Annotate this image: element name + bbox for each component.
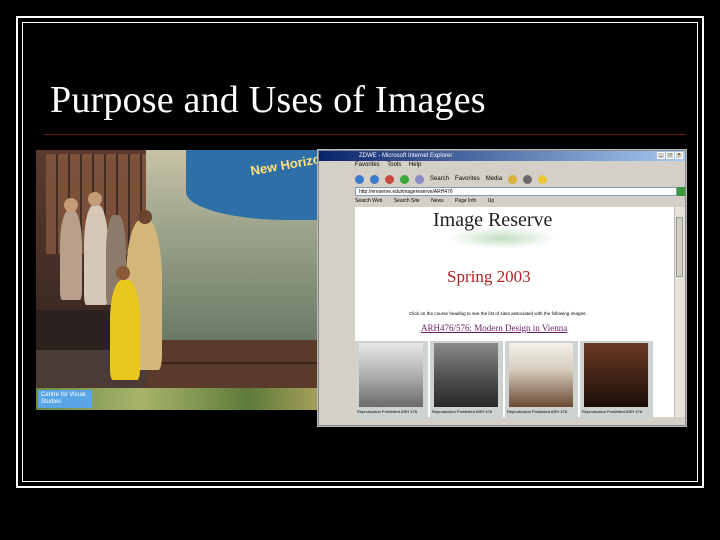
forward-icon[interactable] <box>370 174 379 184</box>
instructions-text: Click on the course heading to see the l… <box>409 311 587 316</box>
visitor-figure <box>60 210 82 300</box>
maximize-icon[interactable]: □ <box>666 152 674 159</box>
back-icon[interactable] <box>355 174 364 184</box>
child-figure <box>110 280 140 380</box>
browser-window: ZDWE - Microsoft Internet Explorer _ □ ×… <box>318 150 686 426</box>
centre-logo: Centre for Visual Studies <box>38 390 92 408</box>
close-icon[interactable]: × <box>675 152 683 159</box>
folder-icon[interactable] <box>538 174 548 184</box>
thumbnail-image[interactable] <box>509 343 573 407</box>
semester-label: Spring 2003 <box>447 267 531 286</box>
address-bar[interactable]: http://ereserve.edu/imagereserve/ARH476 <box>355 187 677 196</box>
browser-menubar: Favorites Tools Help <box>355 162 427 168</box>
web-page: Image Reserve Spring 2003 Click on the c… <box>355 207 675 419</box>
print-icon[interactable] <box>523 174 533 184</box>
links-bar: Search Web Search Site News Page Info Up <box>355 197 683 206</box>
scroll-thumb[interactable] <box>676 217 683 277</box>
menu-tools[interactable]: Tools <box>387 162 401 168</box>
course-link[interactable]: ARH476/576: Modern Design in Vienna <box>421 323 567 333</box>
link-news[interactable]: News <box>431 198 444 204</box>
go-button[interactable] <box>677 187 685 196</box>
museum-exhibit-photo: New Horizons Centre for Visual Studies <box>36 150 354 410</box>
thumbnail-image[interactable] <box>434 343 498 407</box>
thumbnail-caption: Reproduction Prohibited ARH 476 <box>432 409 493 414</box>
page-scrollbar[interactable] <box>674 207 685 417</box>
title-underline <box>44 134 686 135</box>
menu-help[interactable]: Help <box>409 162 421 168</box>
thumbnail[interactable]: Reproduction Prohibited ARH 476 <box>505 341 578 419</box>
visitor-head <box>88 192 102 206</box>
link-search-web[interactable]: Search Web <box>355 198 382 204</box>
child-head <box>116 266 130 280</box>
thumbnail-caption: Reproduction Prohibited ARH 476 <box>582 409 643 414</box>
thumbnail[interactable]: Reproduction Prohibited ARH 476 <box>355 341 428 419</box>
thumbnail[interactable]: Reproduction Prohibited ARH 476 <box>430 341 503 419</box>
refresh-icon[interactable] <box>400 174 409 184</box>
thumbnail-row: Reproduction Prohibited ARH 476 Reproduc… <box>355 341 655 419</box>
slide: Purpose and Uses of Images New Horizons … <box>0 0 720 540</box>
visitor-head <box>138 210 152 224</box>
thumbnail-caption: Reproduction Prohibited ARH 476 <box>357 409 418 414</box>
page-heading: Image Reserve <box>433 209 553 231</box>
visitor-head <box>64 198 78 212</box>
thumbnail-image[interactable] <box>359 343 423 407</box>
slide-title: Purpose and Uses of Images <box>50 79 486 121</box>
toolbar-media-button[interactable]: Media <box>486 176 502 182</box>
thumbnail-caption: Reproduction Prohibited ARH 476 <box>507 409 568 414</box>
history-icon[interactable] <box>508 174 518 184</box>
menu-favorites[interactable]: Favorites <box>355 162 380 168</box>
visitor-figure <box>84 205 108 305</box>
minimize-icon[interactable]: _ <box>657 152 665 159</box>
browser-toolbar: Search Favorites Media <box>355 172 683 186</box>
toolbar-favorites-button[interactable]: Favorites <box>455 176 480 182</box>
link-page-info[interactable]: Page Info <box>455 198 476 204</box>
thumbnail-image[interactable] <box>584 343 648 407</box>
stop-icon[interactable] <box>385 174 394 184</box>
browser-title: ZDWE - Microsoft Internet Explorer <box>359 153 453 159</box>
thumbnail[interactable]: Reproduction Prohibited ARH 476 <box>580 341 653 419</box>
link-up[interactable]: Up <box>488 198 494 204</box>
home-icon[interactable] <box>415 174 424 184</box>
toolbar-search-button[interactable]: Search <box>430 176 449 182</box>
link-search-site[interactable]: Search Site <box>394 198 420 204</box>
window-controls: _ □ × <box>657 152 683 159</box>
